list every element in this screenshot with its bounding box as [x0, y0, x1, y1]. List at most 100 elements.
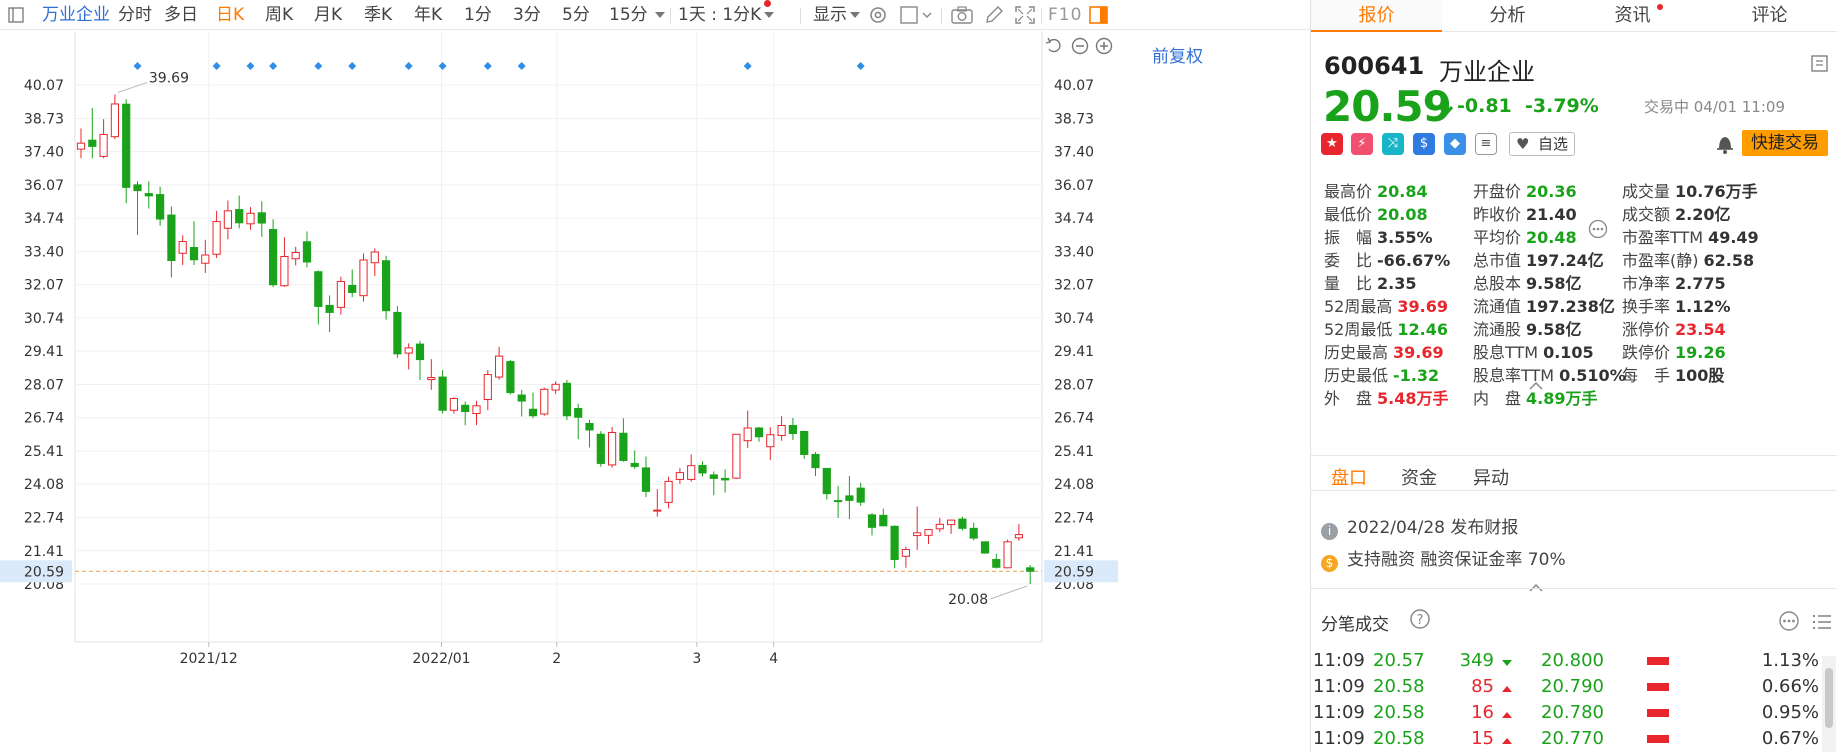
stat-value: 23.54 [1675, 320, 1726, 339]
chart-toolbar: 万业企业 分时 多日 日K 周K 月K 季K 年K 1分 3分 5分 15分 1… [0, 0, 1310, 30]
stat-label: 外 盘 [1324, 389, 1373, 408]
tab-weekly-k[interactable]: 周K [265, 0, 293, 30]
display-dropdown[interactable]: 显示 [813, 0, 860, 30]
tab-3min[interactable]: 3分 [513, 0, 541, 30]
stat-value: 20.48 [1526, 228, 1577, 247]
stock-name-tab[interactable]: 万业企业 [42, 0, 110, 30]
change-percent: -3.79% [1525, 95, 1599, 117]
event-marker [246, 62, 255, 70]
stat-label: 股息TTM [1473, 343, 1539, 362]
y-tick-left: 24.08 [24, 477, 64, 493]
stat-item: 昨收价 21.40 [1473, 201, 1577, 225]
zoom-out-icon[interactable] [1070, 36, 1090, 56]
draw-pencil-icon[interactable] [983, 5, 1005, 25]
trade-price: 20.57 [1373, 650, 1425, 671]
stat-label: 总股本 [1473, 274, 1522, 293]
stat-value: 3.55% [1377, 228, 1433, 247]
event-marker [314, 62, 323, 70]
tab-comments[interactable]: 评论 [1704, 0, 1835, 32]
notice-dot [1656, 4, 1663, 10]
news-item-report[interactable]: i 2022/04/28 发布财报 [1321, 513, 1518, 540]
f10-button[interactable]: F10 [1048, 0, 1082, 30]
dollar-icon[interactable]: $ [1413, 133, 1435, 155]
stat-value: 1.12% [1675, 297, 1731, 316]
candle-body-down [562, 382, 571, 417]
stat-label: 52周最低 [1324, 320, 1393, 339]
more-options-icon[interactable] [1778, 610, 1800, 636]
fast-trade-button[interactable]: 快捷交易 [1742, 130, 1828, 156]
stat-label: 每 手 [1622, 366, 1671, 385]
candle-body-down [800, 430, 809, 455]
china-flag-icon[interactable]: ★ [1321, 133, 1343, 155]
zoom-in-icon[interactable] [1094, 36, 1114, 56]
tab-yearly-k[interactable]: 年K [414, 0, 442, 30]
tab-1min[interactable]: 1分 [464, 0, 492, 30]
trades-scrollbar[interactable] [1822, 656, 1836, 752]
shuffle-icon[interactable]: ⤨ [1382, 133, 1404, 155]
tab-timeshare[interactable]: 分时 [118, 0, 152, 30]
kline-chart[interactable]: 40.07 40.07 38.73 38.73 37.40 37.40 36.07 36.07… [0, 31, 1310, 752]
news-item-margin[interactable]: $ 支持融资 融资保证金率 70% [1321, 545, 1566, 572]
stat-item: 成交量 10.76万手 [1622, 178, 1758, 202]
stat-value: 20.08 [1377, 205, 1428, 224]
arrow-up-icon [1502, 712, 1512, 718]
collapse-panel-icon[interactable] [1811, 55, 1829, 77]
panel-toggle-icon[interactable] [1088, 5, 1110, 25]
add-watchlist-button[interactable]: ♥ 自选 [1509, 132, 1575, 156]
tab-quote[interactable]: 报价 [1311, 0, 1442, 32]
stat-item: 振 幅 3.55% [1324, 224, 1433, 248]
stat-label: 最高价 [1324, 182, 1373, 201]
collapse-up-icon[interactable] [1528, 376, 1544, 395]
undo-icon[interactable] [1044, 36, 1064, 56]
trade-row: 11:09 20.58 15 20.770 0.67% [1311, 728, 1821, 752]
low-pointer-line [990, 585, 1028, 600]
period-more-dropdown[interactable] [652, 0, 665, 30]
subtab-orderbook[interactable]: 盘口 [1331, 464, 1367, 490]
arrow-down-icon [1502, 660, 1512, 666]
tab-daily-k[interactable]: 日K [216, 0, 244, 30]
tab-analysis[interactable]: 分析 [1442, 0, 1573, 32]
camera-icon[interactable] [950, 5, 974, 25]
stat-item: 股息TTM 0.105 [1473, 339, 1594, 363]
adjust-mode-button[interactable]: 前复权 [1152, 42, 1203, 67]
candle-body-up [99, 133, 108, 157]
tab-15min[interactable]: 15分 [609, 0, 648, 30]
last-price: 20.59 [1323, 82, 1452, 131]
stat-value: 9.58亿 [1526, 320, 1582, 339]
flash-icon[interactable]: ⚡ [1351, 133, 1373, 155]
stat-item: 52周最高 39.69 [1324, 293, 1448, 317]
candle-body-up [551, 383, 560, 391]
x-tick-label: 2022/01 [412, 651, 470, 667]
candle-body-up [76, 142, 86, 150]
tab-5min[interactable]: 5分 [562, 0, 590, 30]
tag-icon[interactable]: ◆ [1444, 133, 1466, 155]
candle-body-up [370, 251, 379, 264]
candle-body-down [811, 453, 820, 469]
tab-news[interactable]: 资讯 [1573, 0, 1704, 32]
subtab-funds[interactable]: 资金 [1401, 464, 1437, 490]
tab-multiday[interactable]: 多日 [164, 0, 198, 30]
more-market-cap-icon[interactable] [1588, 219, 1608, 243]
candle-body-up [178, 241, 187, 254]
current-price-label-left: 20.59 [24, 564, 64, 580]
interval-dropdown[interactable]: 1天 : 1分K [678, 0, 775, 30]
sidebar-toggle-icon[interactable] [8, 5, 24, 25]
fullscreen-icon[interactable] [1014, 5, 1036, 25]
candle-body-down [438, 376, 447, 411]
tab-quarterly-k[interactable]: 季K [364, 0, 392, 30]
list-view-icon[interactable] [1811, 612, 1833, 636]
candle-body-up [540, 388, 549, 415]
notes-icon[interactable]: ≡ [1475, 133, 1497, 155]
tab-monthly-k[interactable]: 月K [314, 0, 342, 30]
subtab-unusual[interactable]: 异动 [1473, 464, 1509, 490]
scrollbar-thumb[interactable] [1825, 668, 1833, 728]
chart-style-dropdown[interactable] [900, 5, 934, 25]
trade-row: 11:09 20.58 16 20.780 0.95% [1311, 702, 1821, 729]
settings-gear-icon[interactable] [867, 5, 889, 25]
bell-icon[interactable] [1715, 133, 1735, 159]
stat-value: 20.36 [1526, 182, 1577, 201]
divider [670, 8, 671, 24]
event-marker [133, 62, 142, 70]
candle-body-down [641, 467, 651, 492]
help-icon[interactable]: ? [1409, 608, 1431, 634]
